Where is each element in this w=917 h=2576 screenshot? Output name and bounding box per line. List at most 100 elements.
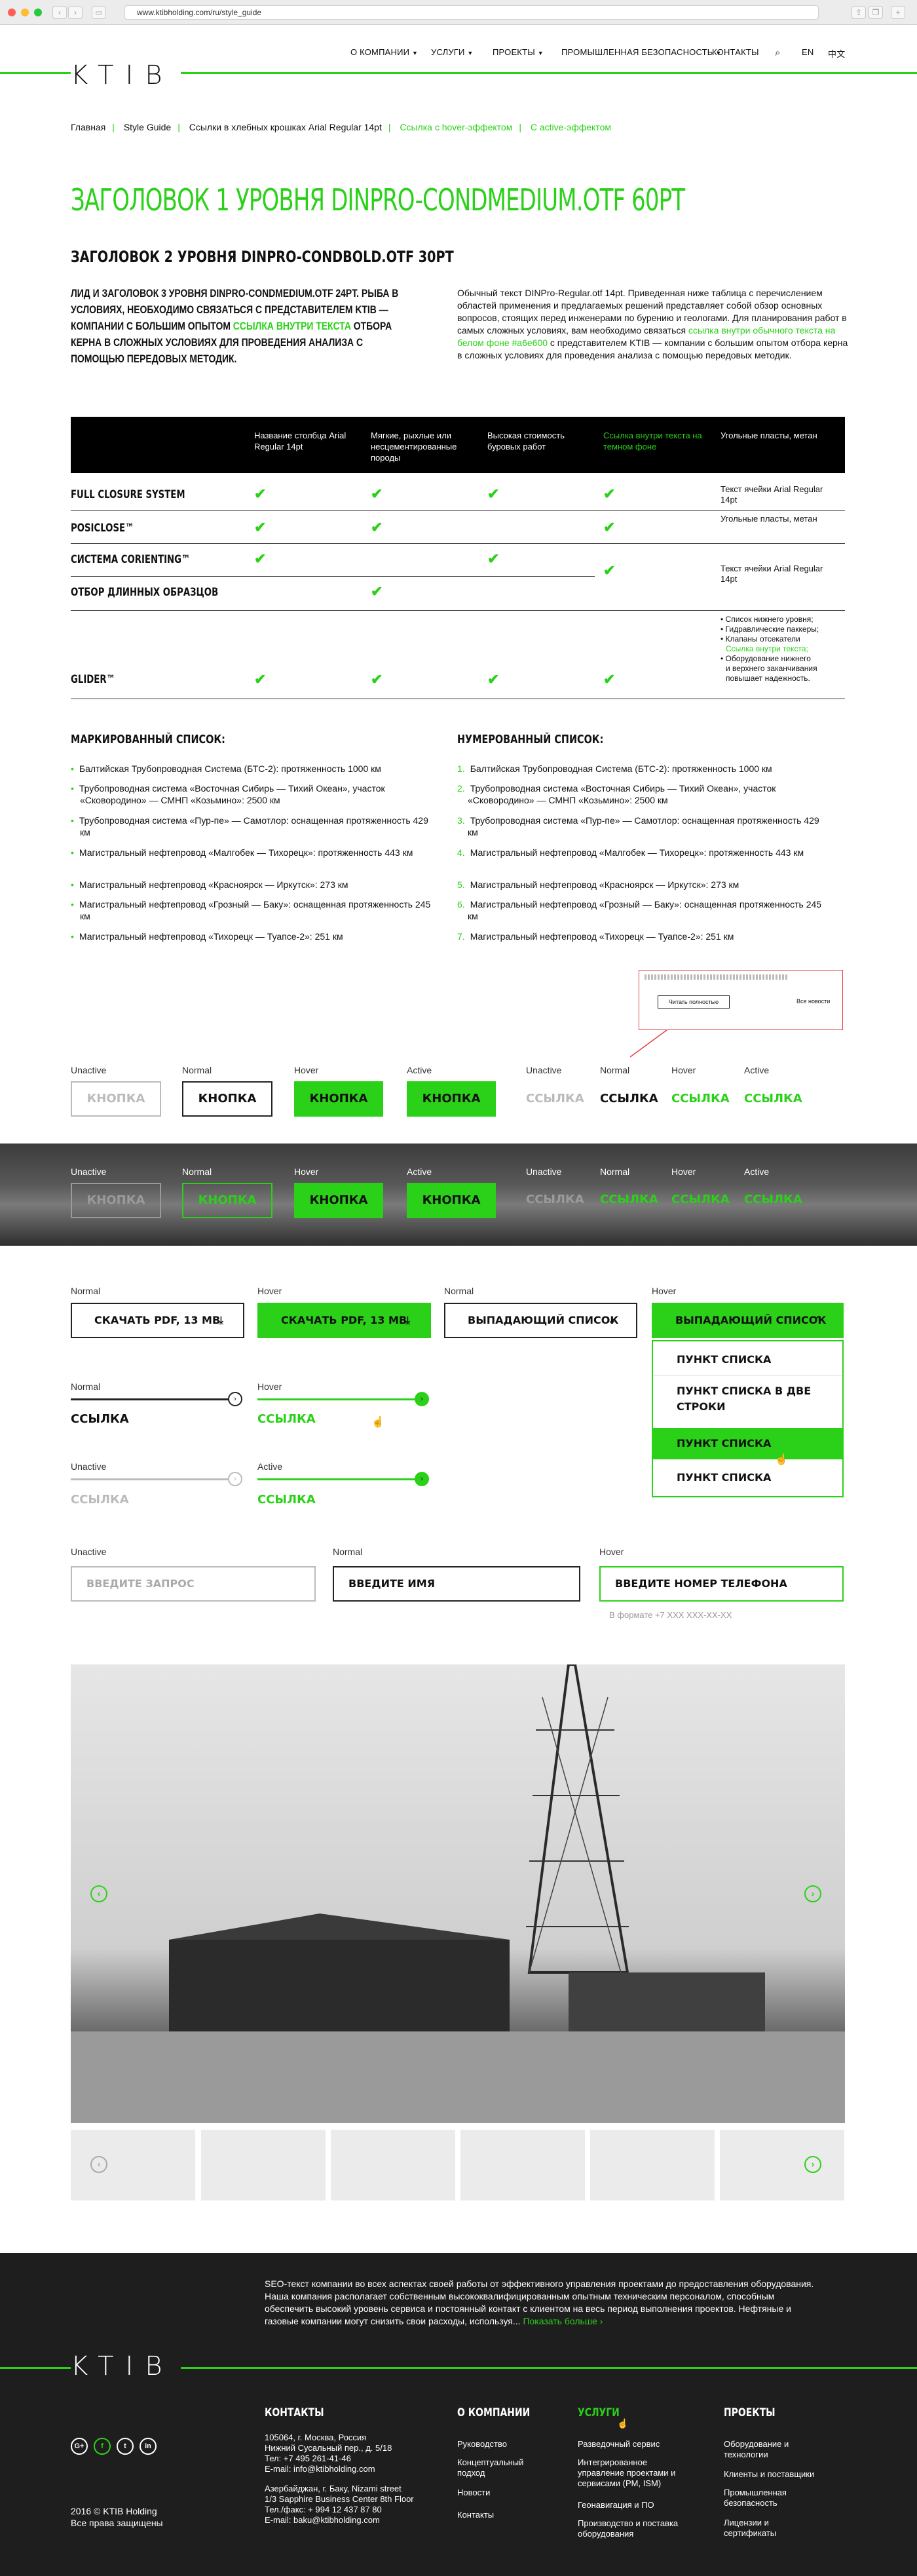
- linkedin-icon[interactable]: in: [140, 2438, 157, 2455]
- logo[interactable]: KTIB: [71, 60, 181, 90]
- crumb-active[interactable]: С active-эффектом: [531, 122, 611, 132]
- footer-link[interactable]: Интегрированное управление проектами и с…: [578, 2457, 696, 2489]
- dark-button-unactive[interactable]: КНОПКА: [71, 1183, 161, 1218]
- button-normal[interactable]: КНОПКА: [182, 1081, 272, 1117]
- crumb-home[interactable]: Главная: [71, 122, 105, 132]
- tabs-icon[interactable]: ❐: [869, 6, 883, 19]
- minimize-window-icon[interactable]: [21, 9, 29, 16]
- footer-link[interactable]: Новости: [457, 2488, 490, 2498]
- footer-contacts-title[interactable]: КОНТАКТЫ: [265, 2406, 324, 2419]
- twitter-icon[interactable]: t: [117, 2438, 134, 2455]
- dark-link-unactive[interactable]: ССЫЛКА: [526, 1193, 584, 1206]
- dropdown-hover[interactable]: ВЫПАДАЮЩИЙ СПИСОК ⌃: [652, 1303, 844, 1338]
- footer-link[interactable]: Контакты: [457, 2510, 494, 2520]
- phone-hint: В формате +7 XXX XXX-XX-XX: [609, 1610, 732, 1620]
- lang-en[interactable]: EN: [802, 47, 814, 57]
- share-icon[interactable]: ⇪: [852, 6, 866, 19]
- dark-button-normal[interactable]: КНОПКА: [182, 1183, 272, 1218]
- dark-link-hover[interactable]: ССЫЛКА: [671, 1193, 730, 1206]
- footer-link[interactable]: Клиенты и поставщики: [724, 2469, 814, 2480]
- th-link[interactable]: Ссылка внутри текста на темном фоне: [603, 430, 708, 452]
- link-unactive[interactable]: ССЫЛКА: [526, 1092, 584, 1105]
- gallery-next-icon[interactable]: ›: [804, 1885, 821, 1902]
- link-active[interactable]: ССЫЛКА: [744, 1092, 802, 1105]
- lang-cn[interactable]: 中文: [828, 47, 845, 60]
- nav-projects[interactable]: ПРОЕКТЫ ▼: [493, 47, 544, 57]
- contact-line[interactable]: E-mail: baku@ktibholding.com: [265, 2515, 414, 2526]
- download-button-normal[interactable]: СКАЧАТЬ PDF, 13 MB ⤓: [71, 1303, 244, 1338]
- footer-link[interactable]: Лицензии и сертификаты: [724, 2518, 802, 2539]
- footer-link[interactable]: Концептуальный подход: [457, 2457, 536, 2478]
- button-active[interactable]: КНОПКА: [407, 1081, 496, 1117]
- dropdown-item[interactable]: ПУНКТ СПИСКА: [653, 1353, 842, 1366]
- dark-link-normal[interactable]: ССЫЛКА: [600, 1193, 658, 1206]
- thumbs-prev-icon[interactable]: ‹: [90, 2156, 107, 2173]
- gallery-prev-icon[interactable]: ‹: [90, 1885, 107, 1902]
- dropdown-item-hover[interactable]: ПУНКТ СПИСКА: [653, 1428, 842, 1459]
- footer-link[interactable]: Геонавигация и ПО: [578, 2500, 654, 2510]
- nav-safety[interactable]: ПРОМЫШЛЕННАЯ БЕЗОПАСНОСТЬ ▼: [561, 47, 721, 57]
- preview-news-link[interactable]: Все новости: [796, 998, 830, 1005]
- footer-logo[interactable]: KTIB: [71, 2351, 181, 2381]
- arrow-right-icon[interactable]: ›: [228, 1472, 242, 1486]
- footer-services-title[interactable]: УСЛУГИ: [578, 2406, 620, 2419]
- dark-button-active[interactable]: КНОПКА: [407, 1183, 496, 1218]
- dropdown-item[interactable]: ПУНКТ СПИСКА В ДВЕ СТРОКИ: [653, 1383, 823, 1415]
- nav-about[interactable]: О КОМПАНИИ ▼: [350, 47, 418, 57]
- lead-link[interactable]: ССЫЛКА ВНУТРИ ТЕКСТА: [233, 320, 351, 332]
- preview-read-button[interactable]: Читать полностью: [658, 995, 730, 1009]
- close-window-icon[interactable]: [8, 9, 16, 16]
- forward-icon[interactable]: ›: [68, 6, 83, 19]
- download-button-hover[interactable]: СКАЧАТЬ PDF, 13 MB ⤓: [257, 1303, 431, 1338]
- thumbs-next-icon[interactable]: ›: [804, 2156, 821, 2173]
- contact-line: 1/3 Sapphire Business Center 8th Floor: [265, 2494, 414, 2504]
- url-bar[interactable]: www.ktibholding.com/ru/style_guide: [124, 5, 819, 20]
- google-plus-icon[interactable]: G+: [71, 2438, 88, 2455]
- footer-link[interactable]: Руководство: [457, 2439, 507, 2450]
- crumb-style-guide[interactable]: Style Guide: [124, 122, 171, 132]
- footer-link[interactable]: Разведочный сервис: [578, 2439, 660, 2450]
- arrow-right-icon[interactable]: ›: [228, 1392, 242, 1406]
- button-hover[interactable]: КНОПКА: [294, 1081, 383, 1117]
- arrow-right-icon[interactable]: ›: [415, 1392, 429, 1406]
- link-normal[interactable]: ССЫЛКА: [600, 1092, 658, 1105]
- link-hover[interactable]: ССЫЛКА: [671, 1092, 730, 1105]
- footer-projects-title[interactable]: ПРОЕКТЫ: [724, 2406, 776, 2419]
- footer-company-title[interactable]: О КОМПАНИИ: [457, 2406, 530, 2419]
- arrow-link-unactive[interactable]: ССЫЛКА: [71, 1493, 129, 1507]
- contact-line[interactable]: E-mail: info@ktibholding.com: [265, 2464, 414, 2474]
- arrow-link-active[interactable]: ССЫЛКА: [257, 1493, 316, 1507]
- footer-link[interactable]: Оборудование и технологии: [724, 2439, 802, 2460]
- nav-services[interactable]: УСЛУГИ ▼: [431, 47, 474, 57]
- search-input[interactable]: ВВЕДИТЕ ЗАПРОС: [71, 1566, 316, 1602]
- back-icon[interactable]: ‹: [52, 6, 67, 19]
- arrow-right-icon[interactable]: ›: [415, 1472, 429, 1486]
- sidebar-icon[interactable]: ▭: [92, 6, 106, 19]
- dropdown-item[interactable]: ПУНКТ СПИСКА: [653, 1471, 842, 1484]
- gallery-thumb[interactable]: [720, 2130, 844, 2201]
- name-input[interactable]: ВВЕДИТЕ ИМЯ: [333, 1566, 580, 1602]
- footer-link[interactable]: Производство и поставка оборудования: [578, 2518, 696, 2539]
- new-tab-icon[interactable]: +: [891, 6, 905, 19]
- dropdown-normal[interactable]: ВЫПАДАЮЩИЙ СПИСОК ⌄: [444, 1303, 637, 1338]
- zoom-window-icon[interactable]: [34, 9, 42, 16]
- gallery-thumb[interactable]: [460, 2130, 585, 2201]
- nav-contacts[interactable]: КОНТАКТЫ: [712, 47, 759, 57]
- footer-link[interactable]: Промышленная безопасность: [724, 2488, 802, 2509]
- crumb-link[interactable]: Ссылки в хлебных крошках Arial Regular 1…: [189, 122, 382, 132]
- show-more-link[interactable]: Показать больше ›: [523, 2316, 603, 2326]
- crumb-hover[interactable]: Ссылка с hover-эффектом: [400, 122, 512, 132]
- arrow-link-hover[interactable]: ССЫЛКА: [257, 1412, 316, 1426]
- gallery-thumb[interactable]: [590, 2130, 715, 2201]
- dark-button-hover[interactable]: КНОПКА: [294, 1183, 383, 1218]
- arrow-link-normal[interactable]: ССЫЛКА: [71, 1412, 129, 1426]
- gallery-thumb[interactable]: [201, 2130, 326, 2201]
- gallery-thumb[interactable]: [71, 2130, 195, 2201]
- facebook-icon[interactable]: f: [94, 2438, 111, 2455]
- phone-input[interactable]: ВВЕДИТЕ НОМЕР ТЕЛЕФОНА: [599, 1566, 844, 1602]
- dark-link-active[interactable]: ССЫЛКА: [744, 1193, 802, 1206]
- gallery-thumb[interactable]: [331, 2130, 455, 2201]
- search-icon[interactable]: ⌕: [775, 47, 781, 58]
- list-link[interactable]: Ссылка внутри текста;: [720, 644, 845, 654]
- button-unactive[interactable]: КНОПКА: [71, 1081, 161, 1117]
